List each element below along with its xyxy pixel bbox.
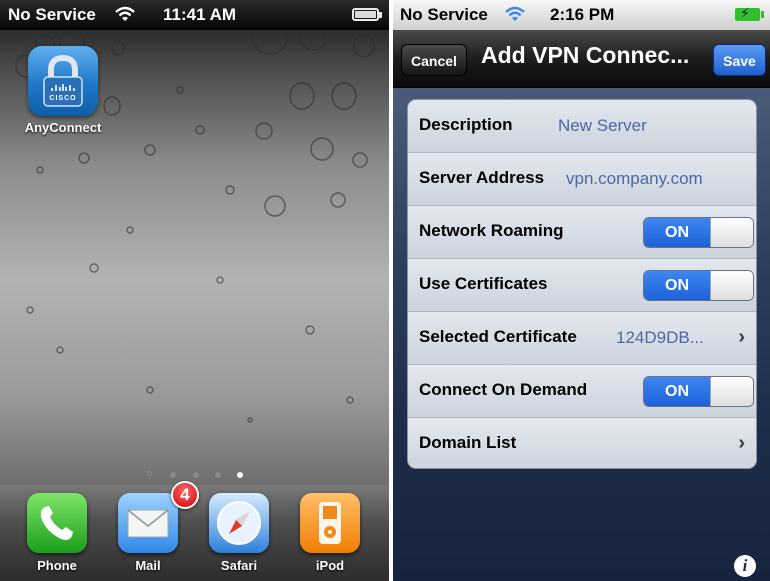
lock-cisco-icon: [43, 54, 83, 107]
page-title: Add VPN Connec...: [481, 42, 690, 68]
status-bar: No Service 11:41 AM: [0, 0, 389, 30]
carrier-label: No Service: [8, 5, 96, 24]
connect-on-demand-label: Connect On Demand: [419, 380, 588, 399]
ipod-icon: [319, 502, 341, 544]
toggle-on-label: ON: [644, 377, 710, 406]
page-dot: [192, 472, 199, 478]
phone-app-icon[interactable]: [27, 493, 87, 553]
phone-icon: [40, 506, 73, 540]
network-roaming-row: Network Roaming ON: [408, 206, 756, 259]
connect-on-demand-toggle[interactable]: ON: [643, 376, 754, 407]
page-dot: [214, 472, 221, 478]
battery-icon: [352, 8, 382, 21]
chevron-right-icon: ›: [738, 326, 745, 348]
selected-certificate-value: 124D9DB...: [616, 328, 704, 347]
charging-bolt-icon: ⚡: [740, 5, 750, 21]
status-bar: No Service 2:16 PM ⚡: [393, 0, 770, 30]
selected-certificate-row[interactable]: Selected Certificate 124D9DB... ›: [408, 312, 756, 365]
network-roaming-toggle[interactable]: ON: [643, 217, 754, 248]
domain-list-row[interactable]: Domain List ›: [408, 418, 756, 468]
anyconnect-app-label: AnyConnect: [24, 120, 102, 135]
save-button[interactable]: Save: [713, 44, 766, 76]
domain-list-label: Domain List: [419, 433, 517, 452]
server-address-row[interactable]: Server Address vpn.company.com: [408, 153, 756, 206]
anyconnect-app-icon[interactable]: CISCO: [28, 46, 98, 116]
navigation-bar: Cancel Add VPN Connec... Save: [393, 30, 770, 88]
ipod-app-label: iPod: [315, 558, 345, 573]
ipod-app-icon[interactable]: [300, 493, 360, 553]
vpn-settings-screen: No Service 2:16 PM ⚡ Cancel Add VPN Conn…: [393, 0, 770, 581]
mail-icon: [127, 509, 169, 538]
connect-on-demand-row: Connect On Demand ON: [408, 365, 756, 418]
server-address-label: Server Address: [419, 168, 545, 187]
page-indicator[interactable]: ⚲: [0, 465, 389, 483]
clock: 2:16 PM: [550, 5, 615, 24]
spotlight-search-icon: ⚲: [145, 470, 154, 481]
cisco-brand-text: CISCO: [49, 95, 77, 102]
toggle-knob: [710, 271, 753, 300]
toggle-knob: [710, 218, 753, 247]
description-row[interactable]: Description New Server: [408, 100, 756, 153]
cancel-button[interactable]: Cancel: [401, 44, 467, 76]
toggle-knob: [710, 377, 753, 406]
description-field[interactable]: New Server: [558, 116, 647, 136]
settings-group: Description New Server Server Address vp…: [407, 99, 757, 469]
server-address-field[interactable]: vpn.company.com: [566, 169, 703, 189]
use-certificates-row: Use Certificates ON: [408, 259, 756, 312]
page-dot: [170, 472, 177, 478]
mail-app-label: Mail: [135, 558, 161, 573]
safari-app-label: Safari: [220, 558, 258, 573]
use-certificates-toggle[interactable]: ON: [643, 270, 754, 301]
toggle-on-label: ON: [644, 271, 710, 300]
safari-app-icon[interactable]: [209, 493, 269, 553]
chevron-right-icon: ›: [738, 432, 745, 454]
network-roaming-label: Network Roaming: [419, 221, 564, 240]
mail-badge: 4: [171, 481, 199, 509]
compass-icon: [217, 501, 261, 545]
phone-app-label: Phone: [37, 558, 77, 573]
wifi-icon: [115, 6, 135, 21]
toggle-on-label: ON: [644, 218, 710, 247]
info-icon[interactable]: i: [734, 555, 756, 577]
description-label: Description: [419, 115, 513, 134]
wifi-icon: [505, 6, 525, 21]
page-dot-active: [237, 472, 244, 478]
clock: 11:41 AM: [163, 5, 237, 24]
use-certificates-label: Use Certificates: [419, 274, 548, 293]
home-screen: No Service 11:41 AM CISCO AnyConnect ⚲ P…: [0, 0, 389, 581]
selected-certificate-label: Selected Certificate: [419, 327, 577, 346]
carrier-label: No Service: [400, 5, 488, 24]
mail-app-icon[interactable]: [118, 493, 178, 553]
